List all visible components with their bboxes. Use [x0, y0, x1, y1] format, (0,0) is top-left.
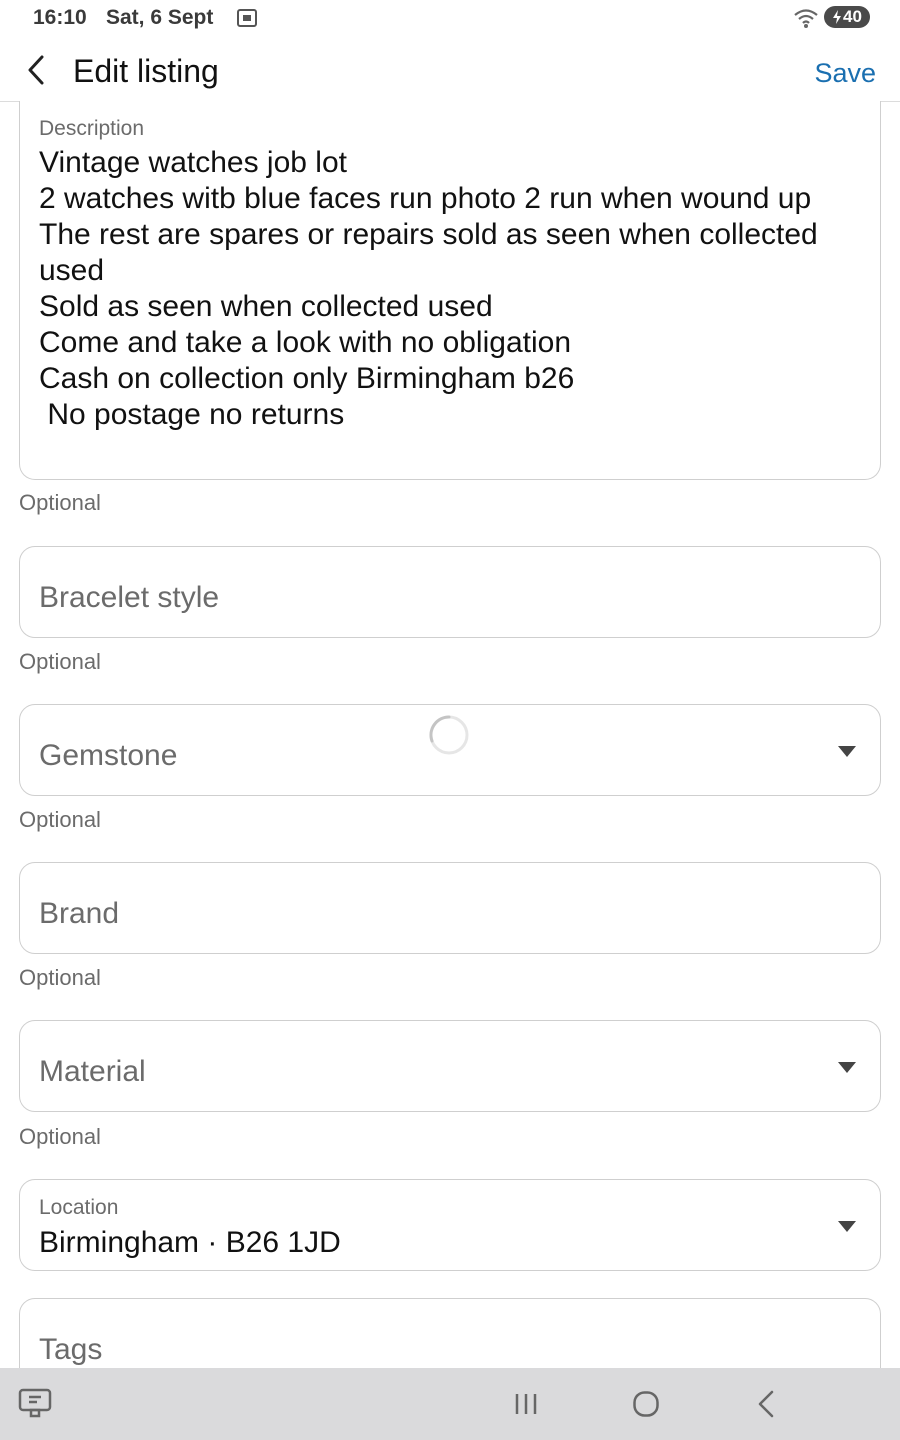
description-helper: Optional	[19, 490, 101, 515]
brand-field[interactable]: Brand	[19, 862, 881, 954]
gemstone-helper: Optional	[19, 807, 101, 832]
material-select[interactable]: Material	[19, 1020, 881, 1112]
home-button[interactable]	[632, 1390, 660, 1418]
status-time: 16:10	[33, 6, 87, 29]
home-icon	[633, 1391, 659, 1417]
gemstone-placeholder: Gemstone	[39, 739, 178, 772]
back-arrow-icon	[758, 1390, 774, 1418]
location-label: Location	[39, 1196, 119, 1219]
dropdown-arrow-icon	[838, 746, 856, 757]
loading-spinner-icon	[429, 715, 469, 755]
location-value: Birmingham · B26 1JD	[39, 1226, 341, 1259]
description-text[interactable]: Vintage watches job lot 2 watches witb b…	[39, 145, 839, 433]
wifi-icon	[793, 7, 819, 29]
taskbar-icon	[18, 1388, 52, 1418]
save-button[interactable]: Save	[814, 58, 876, 89]
bracelet-style-placeholder: Bracelet style	[39, 581, 220, 614]
tags-placeholder: Tags	[39, 1333, 103, 1366]
page-title: Edit listing	[73, 53, 219, 89]
recent-apps-icon	[515, 1394, 537, 1414]
taskbar-toggle-button[interactable]	[18, 1388, 52, 1418]
app-header: Edit listing Save	[0, 38, 900, 102]
chevron-left-icon	[28, 55, 44, 85]
brand-helper: Optional	[19, 965, 101, 990]
battery-level: 40	[843, 7, 862, 26]
status-date: Sat, 6 Sept	[106, 6, 214, 29]
description-field[interactable]: Description Vintage watches job lot 2 wa…	[19, 101, 881, 480]
brand-placeholder: Brand	[39, 897, 120, 930]
dropdown-arrow-icon	[838, 1221, 856, 1232]
system-nav-bar	[0, 1368, 900, 1440]
location-select[interactable]: Location Birmingham · B26 1JD	[19, 1179, 881, 1271]
material-helper: Optional	[19, 1124, 101, 1149]
screen-capture-icon	[236, 8, 258, 28]
bracelet-style-field[interactable]: Bracelet style	[19, 546, 881, 638]
recent-apps-button[interactable]	[512, 1392, 540, 1416]
battery-indicator: 40	[824, 6, 870, 28]
charging-icon	[833, 10, 842, 24]
bracelet-style-helper: Optional	[19, 649, 101, 674]
material-placeholder: Material	[39, 1055, 146, 1088]
system-back-button[interactable]	[754, 1390, 778, 1418]
status-bar: 16:10 Sat, 6 Sept 40	[0, 0, 900, 38]
dropdown-arrow-icon	[838, 1062, 856, 1073]
back-button[interactable]	[18, 52, 54, 88]
description-label: Description	[39, 117, 145, 140]
